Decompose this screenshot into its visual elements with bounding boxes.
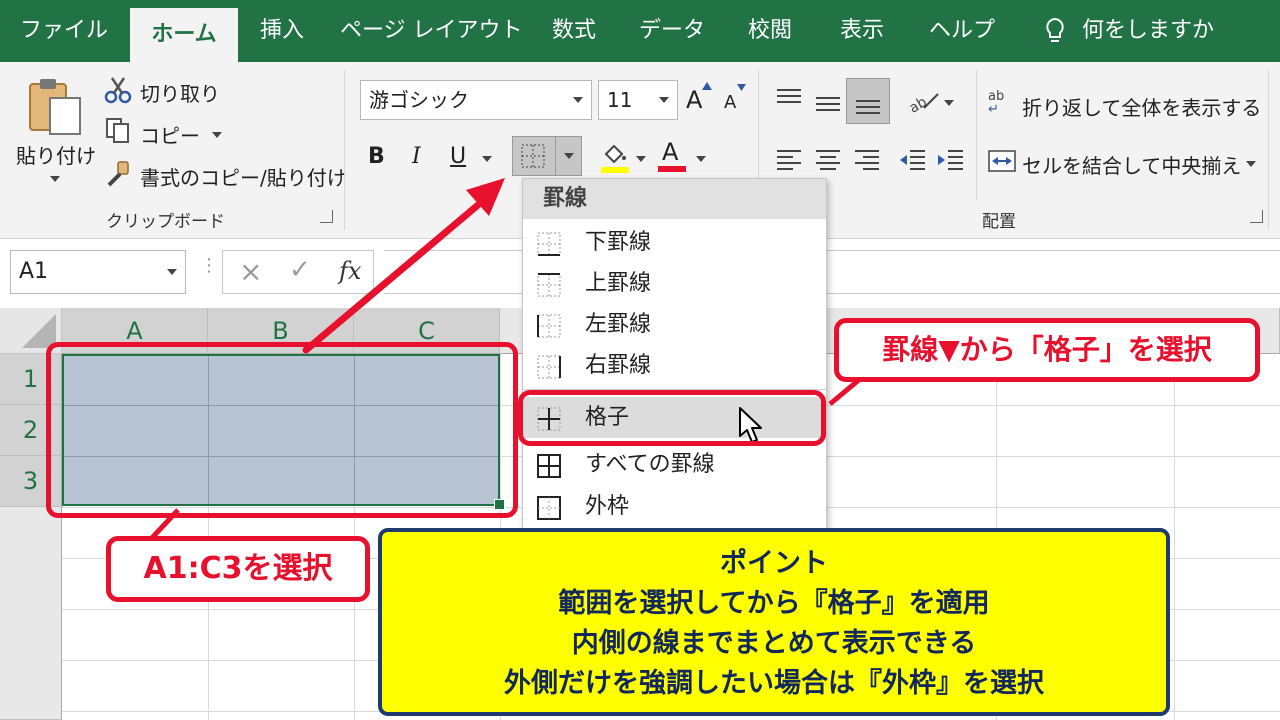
grid-item-highlight-frame (518, 390, 826, 446)
point-note-line: 外側だけを強調したい場合は『外枠』を選択 (504, 668, 1044, 699)
point-note-line: 内側の線までまとめて表示できる (571, 628, 977, 659)
point-note-box: ポイント 範囲を選択してから『格子』を適用 内側の線までまとめて表示できる 外側… (378, 528, 1170, 716)
callout-select-range: A1:C3を選択 (106, 536, 370, 602)
range-highlight-frame (46, 342, 518, 518)
callout-select-grid: 罫線▼から「格子」を選択 (834, 318, 1260, 382)
arrow-to-borders-button (302, 178, 505, 354)
point-note-title: ポイント (720, 548, 828, 579)
point-note-line: 範囲を選択してから『格子』を適用 (558, 588, 990, 619)
